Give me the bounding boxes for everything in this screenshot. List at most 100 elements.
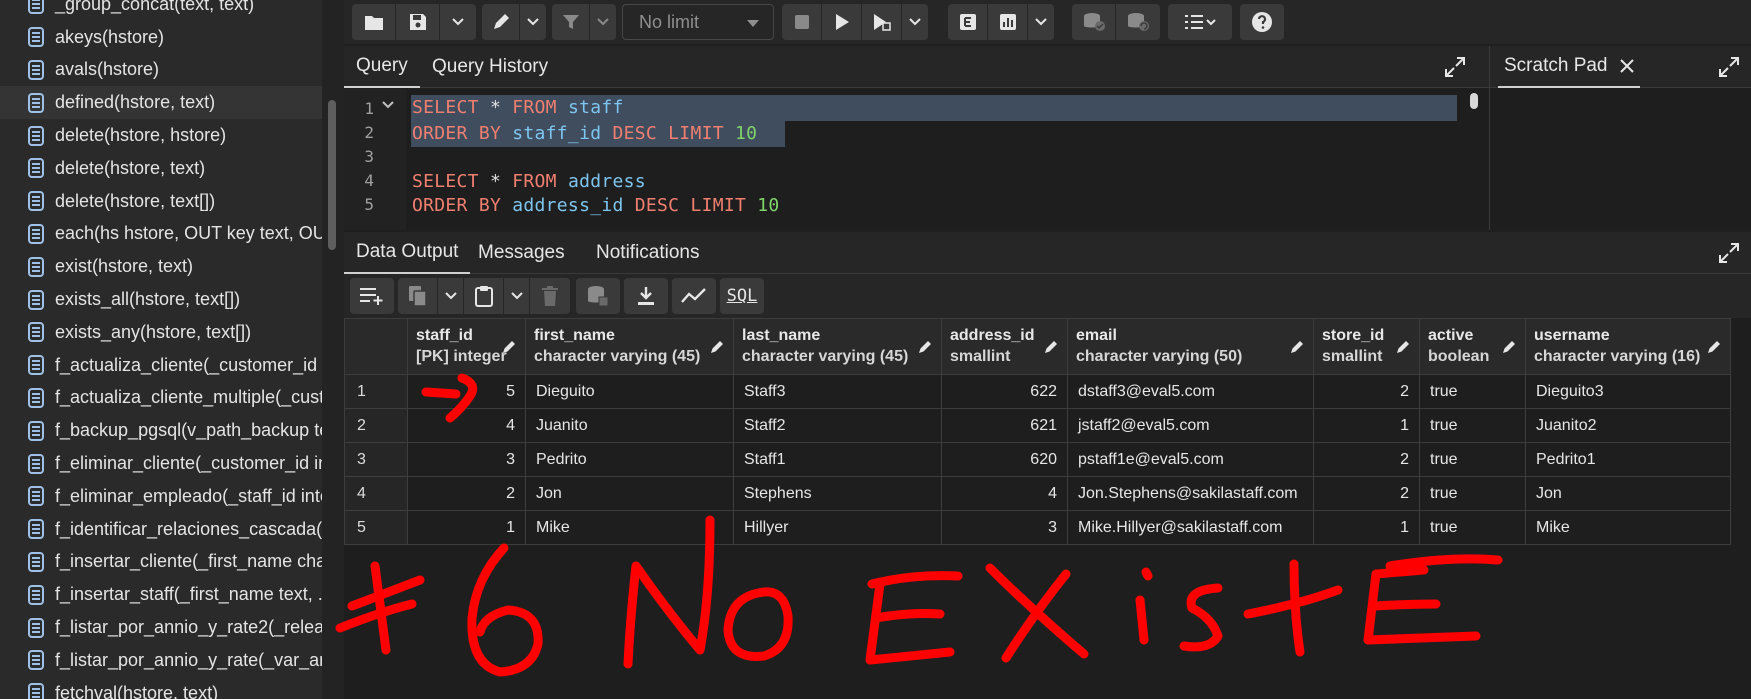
sidebar-function-item[interactable]: f_listar_por_annio_y_rate(_var_annio ...… xyxy=(0,644,322,677)
explain-button[interactable] xyxy=(948,4,988,40)
column-header[interactable]: staff_id [PK] integer xyxy=(407,318,526,375)
sidebar-function-item[interactable]: akeys(hstore) xyxy=(0,21,322,54)
filter-dropdown[interactable] xyxy=(590,4,616,40)
expand-icon[interactable] xyxy=(1444,56,1466,78)
sidebar-function-item[interactable]: delete(hstore, text[]) xyxy=(0,185,322,218)
sidebar-function-item[interactable]: delete(hstore, hstore) xyxy=(0,119,322,152)
fold-chevron-icon[interactable] xyxy=(382,101,394,109)
pen-icon[interactable] xyxy=(917,339,933,355)
cell-last-name[interactable]: Stephens xyxy=(733,476,942,511)
table-row[interactable]: 3 3 Pedrito Staff1 620 pstaff1e@eval5.com 2 tru… xyxy=(344,442,1731,477)
cell-email[interactable]: Jon.Stephens@sakilastaff.com xyxy=(1067,476,1314,511)
column-header[interactable]: address_id smallint xyxy=(941,318,1068,375)
explain-analyze-button[interactable] xyxy=(988,4,1028,40)
tab-query-history[interactable]: Query History xyxy=(428,46,552,88)
filter-button[interactable] xyxy=(552,4,590,40)
cell-address-id[interactable]: 3 xyxy=(941,510,1068,545)
cell-store-id[interactable]: 1 xyxy=(1313,408,1420,443)
tab-query[interactable]: Query xyxy=(344,46,420,88)
column-header[interactable]: store_id smallint xyxy=(1313,318,1420,375)
sidebar-function-item[interactable]: avals(hstore) xyxy=(0,54,322,87)
sidebar-function-item[interactable]: f_backup_pgsql(v_path_backup text) xyxy=(0,414,322,447)
cell-last-name[interactable]: Staff3 xyxy=(733,374,942,409)
sidebar-function-item[interactable]: f_identificar_relaciones_cascada(...) xyxy=(0,513,322,546)
cell-address-id[interactable]: 622 xyxy=(941,374,1068,409)
sidebar-function-item[interactable]: f_eliminar_cliente(_customer_id integer) xyxy=(0,447,322,480)
tab-data-output[interactable]: Data Output xyxy=(344,232,471,274)
cell-username[interactable]: Pedrito1 xyxy=(1525,442,1731,477)
cell-email[interactable]: dstaff3@eval5.com xyxy=(1067,374,1314,409)
explain-dropdown[interactable] xyxy=(1028,4,1054,40)
edit-button[interactable] xyxy=(482,4,520,40)
column-header[interactable]: last_name character varying (45) xyxy=(733,318,942,375)
rollback-button[interactable] xyxy=(1116,4,1160,40)
table-row[interactable]: 4 2 Jon Stephens 4 Jon.Stephens@sakilastaff.c… xyxy=(344,476,1731,511)
cell-email[interactable]: jstaff2@eval5.com xyxy=(1067,408,1314,443)
cell-active[interactable]: true xyxy=(1419,510,1526,545)
editor-scrollbar[interactable] xyxy=(1470,93,1478,109)
cell-last-name[interactable]: Hillyer xyxy=(733,510,942,545)
row-number-cell[interactable]: 1 xyxy=(344,374,408,409)
pen-icon[interactable] xyxy=(1043,339,1059,355)
sidebar-function-item[interactable]: each(hs hstore, OUT key text, OUT value … xyxy=(0,218,322,251)
pen-icon[interactable] xyxy=(709,339,725,355)
sidebar-function-item[interactable]: exists_any(hstore, text[]) xyxy=(0,316,322,349)
cell-store-id[interactable]: 1 xyxy=(1313,510,1420,545)
sidebar-function-item[interactable]: exist(hstore, text) xyxy=(0,250,322,283)
sidebar-function-item[interactable]: fetchval(hstore, text) xyxy=(0,677,322,699)
cell-address-id[interactable]: 4 xyxy=(941,476,1068,511)
cell-active[interactable]: true xyxy=(1419,374,1526,409)
row-number-cell[interactable]: 2 xyxy=(344,408,408,443)
pen-icon[interactable] xyxy=(501,339,517,355)
cell-staff-id[interactable]: 5 xyxy=(407,374,526,409)
open-file-button[interactable] xyxy=(352,4,396,40)
cell-active[interactable]: true xyxy=(1419,442,1526,477)
cell-store-id[interactable]: 2 xyxy=(1313,442,1420,477)
table-row[interactable]: 5 1 Mike Hillyer 3 Mike.Hillyer@sakilastaff.c… xyxy=(344,510,1731,545)
sidebar-function-item[interactable]: f_listar_por_annio_y_rate2(_release_year… xyxy=(0,611,322,644)
cell-first-name[interactable]: Pedrito xyxy=(525,442,734,477)
sql-button[interactable]: SQL xyxy=(720,278,764,314)
cell-first-name[interactable]: Jon xyxy=(525,476,734,511)
sql-editor[interactable]: 1 2 3 4 5 SELECT * FROM staff ORDER BY s… xyxy=(344,89,1489,230)
copy-button[interactable] xyxy=(398,278,438,314)
cell-email[interactable]: Mike.Hillyer@sakilastaff.com xyxy=(1067,510,1314,545)
table-row[interactable]: 1 5 Dieguito Staff3 622 dstaff3@eval5.com 2 tru… xyxy=(344,374,1731,409)
pen-icon[interactable] xyxy=(1395,339,1411,355)
cell-active[interactable]: true xyxy=(1419,476,1526,511)
add-row-button[interactable] xyxy=(350,278,394,314)
tab-scratch-pad[interactable]: Scratch Pad xyxy=(1498,46,1640,88)
cell-username[interactable]: Mike xyxy=(1525,510,1731,545)
pen-icon[interactable] xyxy=(1501,339,1517,355)
close-icon[interactable] xyxy=(1619,59,1634,73)
sidebar-function-item[interactable]: f_eliminar_empleado(_staff_id integer) xyxy=(0,480,322,513)
save-button[interactable] xyxy=(396,4,440,40)
cell-active[interactable]: true xyxy=(1419,408,1526,443)
column-header[interactable]: active boolean xyxy=(1419,318,1526,375)
sidebar-function-item[interactable]: f_insertar_cliente(_first_name character… xyxy=(0,546,322,579)
paste-dropdown[interactable] xyxy=(504,278,530,314)
cell-address-id[interactable]: 620 xyxy=(941,442,1068,477)
cell-staff-id[interactable]: 4 xyxy=(407,408,526,443)
stop-button[interactable] xyxy=(782,4,822,40)
macros-button[interactable] xyxy=(1168,4,1232,40)
copy-dropdown[interactable] xyxy=(438,278,464,314)
column-header[interactable]: email character varying (50) xyxy=(1067,318,1314,375)
cell-store-id[interactable]: 2 xyxy=(1313,374,1420,409)
cell-first-name[interactable]: Dieguito xyxy=(525,374,734,409)
commit-button[interactable] xyxy=(1072,4,1116,40)
pen-icon[interactable] xyxy=(1289,339,1305,355)
sidebar-function-item[interactable]: exists_all(hstore, text[]) xyxy=(0,283,322,316)
sidebar-function-item[interactable]: f_actualiza_cliente_multiple(_customer_i… xyxy=(0,382,322,415)
cell-username[interactable]: Jon xyxy=(1525,476,1731,511)
cell-staff-id[interactable]: 3 xyxy=(407,442,526,477)
save-data-button[interactable] xyxy=(576,278,620,314)
save-options-dropdown[interactable] xyxy=(440,4,476,40)
cell-email[interactable]: pstaff1e@eval5.com xyxy=(1067,442,1314,477)
edit-dropdown[interactable] xyxy=(520,4,546,40)
cell-first-name[interactable]: Juanito xyxy=(525,408,734,443)
expand-icon[interactable] xyxy=(1718,242,1740,264)
cell-store-id[interactable]: 2 xyxy=(1313,476,1420,511)
sidebar-scrollbar[interactable] xyxy=(328,100,336,250)
pen-icon[interactable] xyxy=(1706,339,1722,355)
